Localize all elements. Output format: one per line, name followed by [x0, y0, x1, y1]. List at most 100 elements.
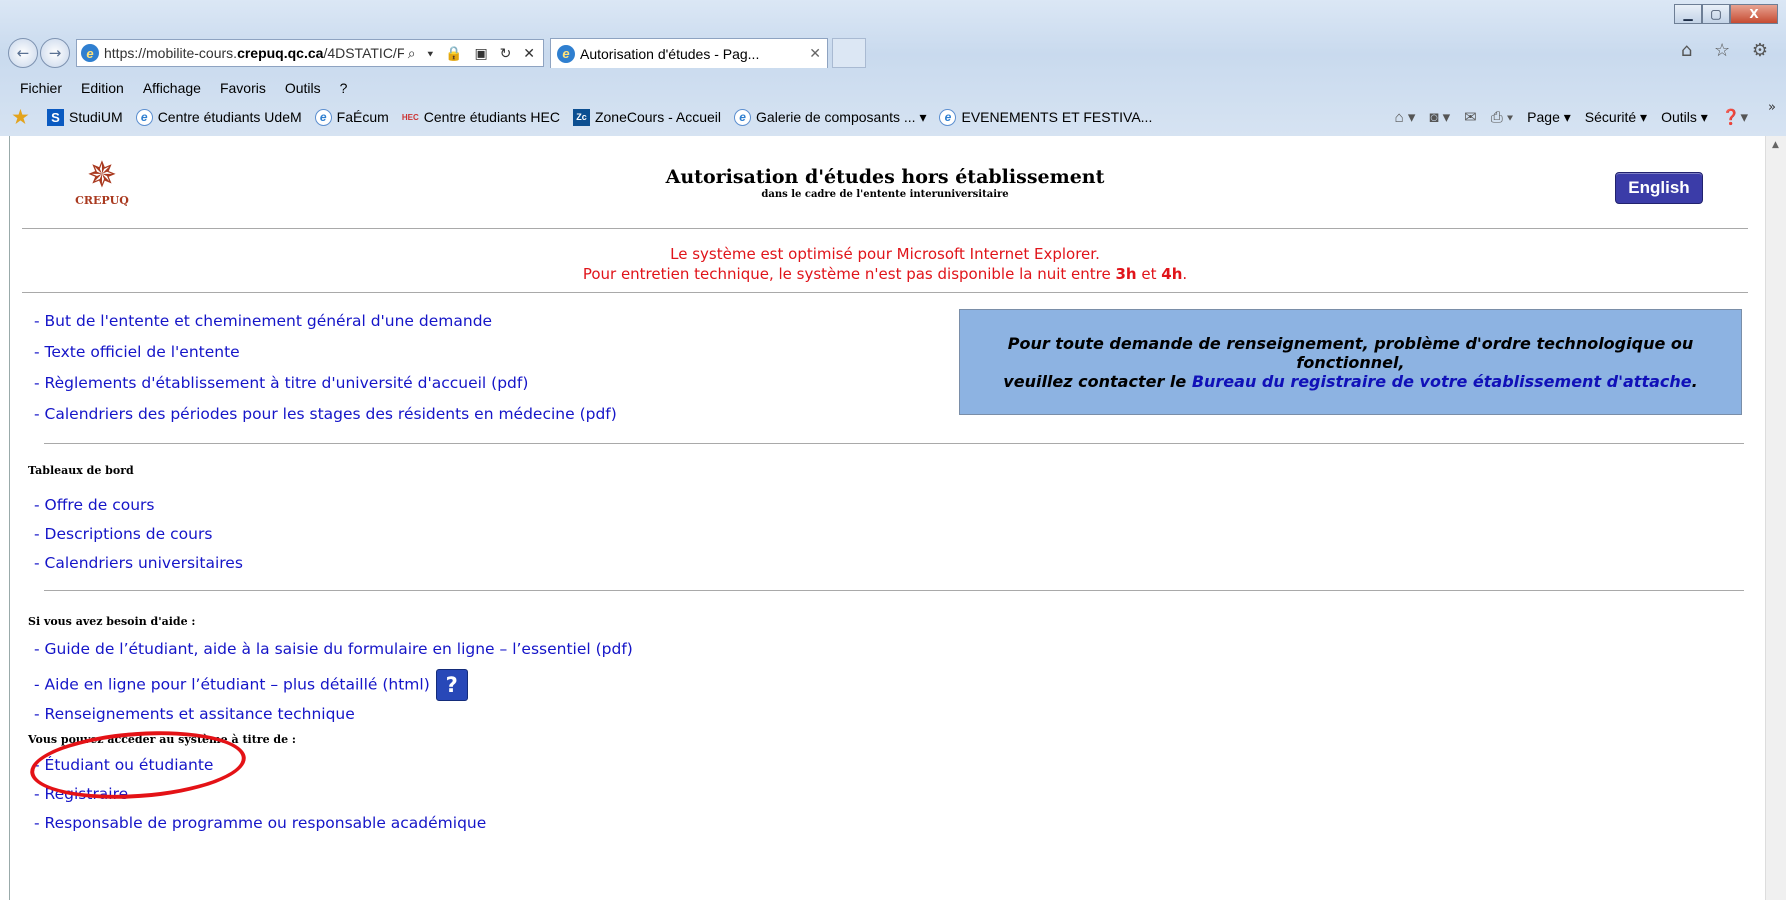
url-prefix: https://mobilite-cours. — [104, 45, 238, 61]
menu-help[interactable]: ? — [340, 80, 348, 96]
notice-line2: Pour entretien technique, le système n'e… — [200, 264, 1570, 284]
navigation-row: ← → e https://mobilite-cours.crepuq.qc.c… — [8, 36, 866, 70]
page-subtitle: dans le cadre de l'entente interuniversi… — [761, 189, 1009, 200]
contact-text: Pour toute demande de renseignement, pro… — [980, 334, 1721, 391]
bullet-dash: - — [34, 405, 45, 423]
bullet-dash: - — [34, 554, 45, 572]
english-button[interactable]: English — [1615, 172, 1703, 204]
link-text: Texte officiel de l'entente — [44, 343, 240, 361]
maximize-button[interactable]: ▢ — [1702, 4, 1730, 24]
contact-punct: . — [1691, 371, 1698, 391]
link-calendriers-stages[interactable]: - Calendriers des périodes pour les stag… — [34, 403, 617, 434]
window-controls: ▁ ▢ X — [1674, 4, 1778, 24]
browser-chrome: ▁ ▢ X ← → e https://mobilite-cours.crepu… — [0, 0, 1786, 136]
scroll-up-arrow-icon[interactable]: ▲ — [1772, 140, 1779, 150]
link-responsable-programme[interactable]: - Responsable de programme ou responsabl… — [34, 812, 486, 841]
mail-icon[interactable]: ✉ — [1464, 108, 1477, 126]
toolbar-overflow-chevron-icon[interactable]: » — [1768, 100, 1776, 115]
page-header: Autorisation d'études hors établissement… — [560, 166, 1210, 200]
link-texte-officiel[interactable]: - Texte officiel de l'entente — [34, 341, 617, 372]
divider — [22, 228, 1748, 229]
menu-favoris[interactable]: Favoris — [220, 80, 266, 96]
vertical-scrollbar[interactable]: ▲ — [1765, 136, 1786, 900]
divider — [22, 292, 1748, 293]
menu-fichier[interactable]: Fichier — [20, 80, 62, 96]
close-window-button[interactable]: X — [1730, 4, 1778, 24]
crepuq-logo: ✵ CREPUQ — [72, 155, 132, 208]
link-text: Offre de cours — [44, 496, 155, 514]
fav-galerie[interactable]: e Galerie de composants ... ▾ — [734, 108, 926, 126]
link-text: Responsable de programme ou responsable … — [44, 814, 487, 832]
feeds-icon[interactable]: ◙ ▾ — [1429, 108, 1450, 126]
fav-evenements[interactable]: e EVENEMENTS ET FESTIVA... — [939, 108, 1153, 126]
notice-text: . — [1182, 265, 1188, 283]
address-url[interactable]: https://mobilite-cours.crepuq.qc.ca/4DST… — [104, 45, 404, 61]
notice-line1: Le système est optimisé pour Microsoft I… — [670, 245, 1100, 263]
link-guide-etudiant[interactable]: - Guide de l’étudiant, aide à la saisie … — [34, 638, 633, 669]
contact-line2: veuillez contacter le — [1003, 371, 1192, 391]
print-icon[interactable]: ⎙ ▾ — [1491, 109, 1513, 126]
url-path: /4DSTATIC/FI — [323, 45, 404, 61]
page-title: Autorisation d'études hors établissement — [665, 166, 1105, 188]
ie-page-icon: e — [734, 108, 752, 126]
tab-close-icon[interactable]: ✕ — [809, 45, 821, 62]
fav-centre-hec[interactable]: HEC Centre étudiants HEC — [402, 109, 560, 126]
command-bar: ⌂ ▾ ◙ ▾ ✉ ⎙ ▾ Page ▾ Sécurité ▾ Outils ▾… — [1381, 103, 1748, 131]
link-text: Règlements d'établissement à titre d'uni… — [44, 374, 529, 392]
security-menu[interactable]: Sécurité ▾ — [1585, 109, 1647, 126]
help-links: - Guide de l’étudiant, aide à la saisie … — [34, 638, 633, 729]
help-question-icon[interactable]: ? — [435, 669, 468, 701]
menu-bar: Fichier Edition Affichage Favoris Outils… — [0, 76, 1786, 100]
divider — [44, 443, 1744, 444]
fav-label: FaÉcum — [336, 109, 389, 125]
back-button[interactable]: ← — [8, 38, 38, 68]
page-menu[interactable]: Page ▾ — [1527, 109, 1571, 126]
bullet-dash: - — [34, 640, 45, 658]
info-links: - But de l'entente et cheminement généra… — [34, 310, 617, 434]
fav-label: Centre étudiants HEC — [423, 109, 560, 125]
menu-affichage[interactable]: Affichage — [143, 80, 201, 96]
link-offre-cours[interactable]: - Offre de cours — [34, 494, 243, 523]
contact-line1: Pour toute demande de renseignement, pro… — [1007, 333, 1694, 372]
ie-page-icon: e — [314, 108, 332, 126]
link-descriptions-cours[interactable]: - Descriptions de cours — [34, 523, 243, 552]
tab-autorisation[interactable]: e Autorisation d'études - Pag... ✕ — [550, 38, 828, 68]
menu-edition[interactable]: Edition — [81, 80, 124, 96]
notice-text: Pour entretien technique, le système n'e… — [582, 265, 1116, 283]
fav-studium[interactable]: S StudiUM — [47, 108, 123, 126]
favorites-star-button[interactable]: ★ — [12, 106, 34, 127]
fav-label: Centre étudiants UdeM — [157, 109, 302, 125]
link-text: Calendriers des périodes pour les stages… — [44, 405, 617, 423]
notice-text: et — [1136, 265, 1162, 283]
link-but-entente[interactable]: - But de l'entente et cheminement généra… — [34, 310, 617, 341]
link-aide-en-ligne[interactable]: - Aide en ligne pour l’étudiant – plus d… — [34, 669, 633, 703]
toolbar-home-favorites-settings-icons[interactable]: ⌂ ☆ ⚙ — [1681, 40, 1776, 61]
help-menu-icon[interactable]: ❓▾ — [1722, 108, 1748, 126]
home-icon[interactable]: ⌂ ▾ — [1395, 108, 1416, 126]
address-bar[interactable]: e https://mobilite-cours.crepuq.qc.ca/4D… — [76, 39, 544, 67]
address-tools[interactable]: ⌕ ▾ 🔒 ▣ ↻ ✕ — [408, 45, 539, 62]
minimize-button[interactable]: ▁ — [1674, 4, 1702, 24]
tab-title: Autorisation d'études - Pag... — [580, 45, 760, 62]
tools-menu[interactable]: Outils ▾ — [1661, 109, 1708, 126]
crepuq-emblem-icon: ✵ — [86, 155, 118, 196]
link-reglements[interactable]: - Règlements d'établissement à titre d'u… — [34, 372, 617, 403]
hec-icon: HEC — [401, 112, 419, 122]
dashboards-heading: Tableaux de bord — [28, 464, 134, 477]
back-arrow-icon: ← — [16, 44, 30, 62]
fav-label: EVENEMENTS ET FESTIVA... — [961, 109, 1153, 125]
link-calendriers-universitaires[interactable]: - Calendriers universitaires — [34, 552, 243, 581]
bullet-dash: - — [34, 675, 45, 694]
registrar-office-link[interactable]: Bureau du registraire de votre établisse… — [1192, 372, 1692, 391]
menu-outils[interactable]: Outils — [285, 80, 321, 96]
forward-button[interactable]: → — [40, 38, 70, 68]
fav-centre-udem[interactable]: e Centre étudiants UdeM — [135, 108, 302, 126]
new-tab-button[interactable] — [832, 38, 866, 68]
fav-label: ZoneCours - Accueil — [594, 109, 722, 125]
favorites-star-icon: ★ — [12, 106, 29, 127]
link-text: But de l'entente et cheminement général … — [44, 312, 493, 330]
fav-faecum[interactable]: e FaÉcum — [314, 108, 389, 126]
link-renseignements[interactable]: - Renseignements et assitance technique — [34, 703, 633, 729]
link-text: Descriptions de cours — [44, 525, 213, 543]
fav-zonecours[interactable]: Zc ZoneCours - Accueil — [572, 108, 722, 126]
